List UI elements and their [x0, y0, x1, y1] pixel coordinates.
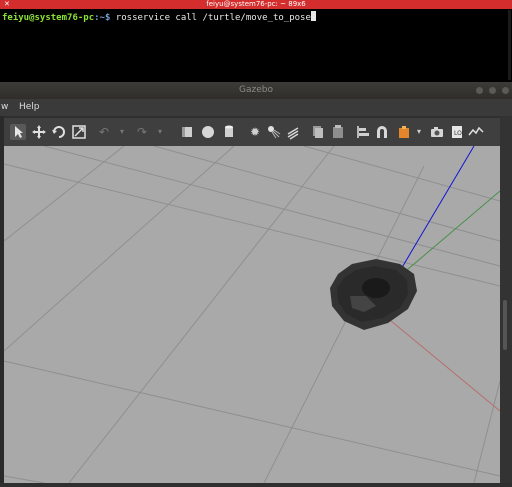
- terminal-window[interactable]: ✕ feiyu@system76-pc: ~ 89x6 feiyu@system…: [0, 0, 512, 82]
- scale-icon[interactable]: [71, 124, 87, 140]
- right-panel-toggle-handle[interactable]: [503, 300, 507, 350]
- scene-viewport[interactable]: [3, 145, 501, 484]
- svg-text:LOG: LOG: [454, 130, 465, 137]
- select-arrow-icon[interactable]: [10, 124, 26, 140]
- minimize-icon[interactable]: [476, 87, 483, 94]
- plot-icon[interactable]: [468, 124, 484, 140]
- prompt-path: :~$: [94, 13, 111, 23]
- menu-help[interactable]: Help: [19, 99, 40, 116]
- cylinder-icon[interactable]: [221, 124, 237, 140]
- turtlebot-model: [330, 259, 417, 330]
- paste-icon[interactable]: [330, 124, 346, 140]
- log-icon[interactable]: LOG: [449, 124, 465, 140]
- gazebo-titlebar: Gazebo: [0, 82, 512, 99]
- undo-dropdown-icon[interactable]: ▾: [114, 124, 130, 140]
- terminal-title: feiyu@system76-pc: ~ 89x6: [206, 0, 306, 8]
- terminal-titlebar: ✕ feiyu@system76-pc: ~ 89x6: [0, 0, 512, 9]
- align-icon[interactable]: [355, 124, 371, 140]
- translate-icon[interactable]: [31, 124, 47, 140]
- spot-light-icon[interactable]: [266, 124, 282, 140]
- copy-icon[interactable]: [310, 124, 326, 140]
- close-icon[interactable]: ✕: [4, 0, 10, 9]
- undo-icon[interactable]: ↶: [96, 124, 112, 140]
- prompt-user: feiyu@system76-pc: [2, 13, 95, 23]
- window-title: Gazebo: [239, 85, 273, 95]
- text-cursor: [310, 11, 316, 21]
- menu-view[interactable]: w: [1, 99, 8, 116]
- box-icon[interactable]: [179, 124, 195, 140]
- maximize-icon[interactable]: [489, 87, 496, 94]
- command-text: rosservice call /turtle/move_to_pose: [110, 13, 311, 23]
- scene-canvas: [3, 145, 501, 484]
- terminal-scrollbar[interactable]: [508, 10, 511, 80]
- terminal-command-line[interactable]: feiyu@system76-pc:~$ rosservice call /tu…: [2, 11, 316, 24]
- sphere-icon[interactable]: [200, 124, 216, 140]
- magnet-icon[interactable]: [374, 124, 390, 140]
- directional-light-icon[interactable]: [285, 124, 301, 140]
- close-icon[interactable]: [502, 87, 509, 94]
- redo-dropdown-icon[interactable]: ▾: [152, 124, 168, 140]
- change-view-icon[interactable]: [396, 124, 412, 140]
- menu-bar: w Help: [0, 99, 512, 116]
- ground-grid: [3, 145, 501, 484]
- screenshot-icon[interactable]: [429, 124, 445, 140]
- point-light-icon[interactable]: ✹: [247, 124, 263, 140]
- redo-icon[interactable]: ↷: [134, 124, 150, 140]
- toolbar: ↶ ▾ ↷ ▾ ✹ ▾ LOG: [4, 118, 500, 146]
- rotate-icon[interactable]: [51, 124, 67, 140]
- view-dropdown-icon[interactable]: ▾: [411, 124, 427, 140]
